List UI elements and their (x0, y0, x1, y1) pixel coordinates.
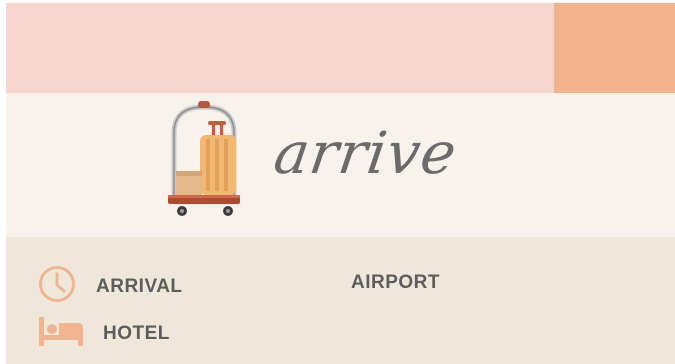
hero-section: arrive (6, 93, 675, 237)
arrival-label: ARRIVAL (96, 275, 183, 297)
page-title: arrive (270, 119, 462, 187)
details-section: ARRIVAL AIRPORT HOTEL (6, 237, 675, 364)
airport-label: AIRPORT (351, 272, 440, 293)
bed-icon (38, 315, 84, 352)
top-banner (6, 3, 554, 93)
clock-icon (38, 265, 76, 308)
luggage-cart-icon (162, 99, 246, 221)
arrival-row: ARRIVAL (38, 265, 183, 308)
top-banner-accent (554, 3, 675, 93)
travel-card: arrive ARRIVAL AIRPORT HOTEL (6, 3, 675, 364)
airport-row: AIRPORT (351, 272, 440, 294)
hotel-label: HOTEL (103, 322, 170, 344)
hotel-row: HOTEL (38, 315, 170, 352)
